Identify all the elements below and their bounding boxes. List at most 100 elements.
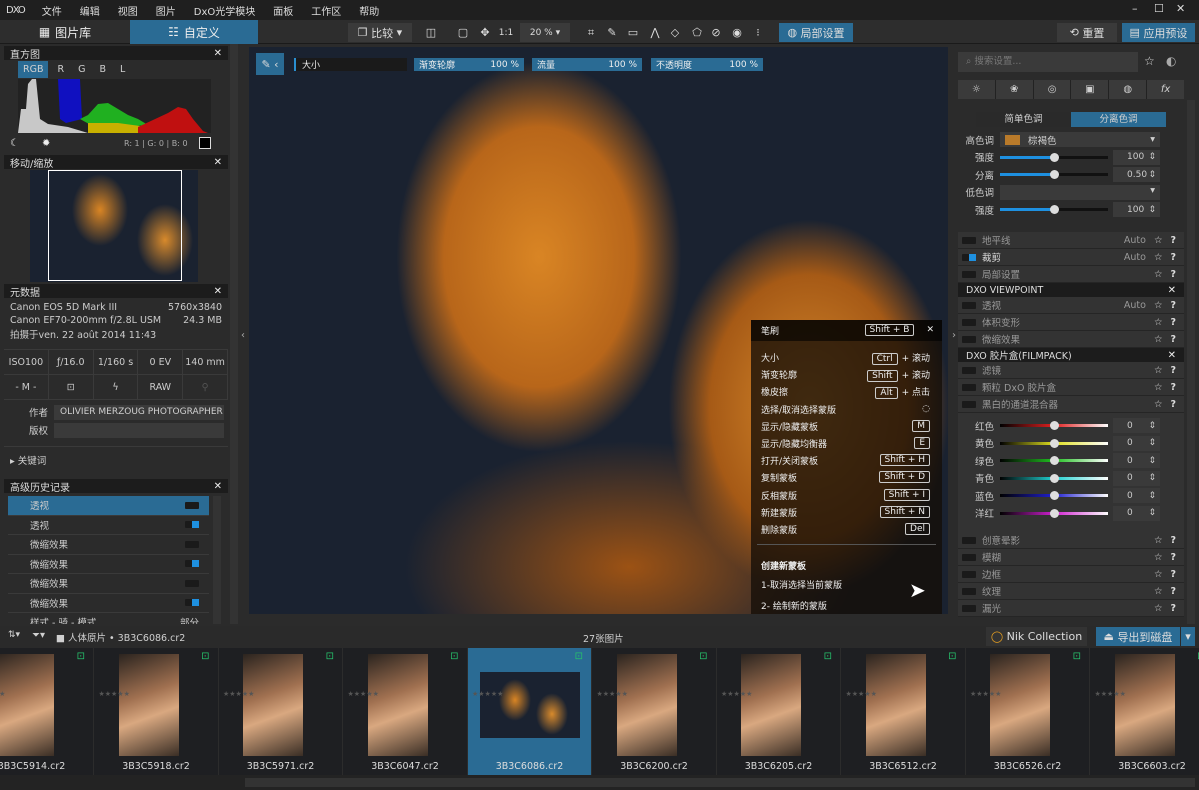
- local-tab-icon[interactable]: ◍: [1109, 80, 1148, 99]
- star-icon[interactable]: ☆: [1154, 569, 1163, 580]
- tab-library[interactable]: ▦ 图片库: [0, 20, 130, 44]
- filmstrip-thumbnail[interactable]: ⊡ ★★★★★ 3B3C5971.cr2: [219, 648, 343, 775]
- filmstrip-thumbnail[interactable]: ⊡ ★★★★★ 3B3C5918.cr2: [95, 648, 219, 775]
- author-field[interactable]: OLIVIER MERZOUG PHOTOGRAPHER: [54, 404, 224, 420]
- filmstrip-thumbnail[interactable]: ⊡ ★★★★★ 3B3C6526.cr2: [966, 648, 1090, 775]
- tab-customize[interactable]: ☷ 自定义: [130, 20, 258, 44]
- rating-stars[interactable]: ★★★★★: [472, 690, 503, 698]
- brush-tool-button[interactable]: ✎ ‹: [256, 53, 284, 75]
- help-icon[interactable]: ?: [1170, 569, 1176, 580]
- filmstrip-thumbnail[interactable]: ⊡ ★★★★★ 3B3C6086.cr2: [468, 648, 592, 775]
- history-item[interactable]: 微缩效果: [8, 594, 209, 613]
- flow-slider[interactable]: 流量 100 %: [532, 58, 642, 71]
- slider-track[interactable]: [1000, 421, 1108, 431]
- close-icon[interactable]: ✕: [214, 286, 222, 297]
- opacity-slider[interactable]: 不透明度 100 %: [651, 58, 763, 71]
- slider-track[interactable]: [1000, 456, 1108, 466]
- help-icon[interactable]: ?: [1170, 252, 1176, 263]
- menu-item[interactable]: 编辑: [71, 3, 109, 18]
- slider-track[interactable]: [1000, 152, 1108, 162]
- help-icon[interactable]: ?: [1170, 334, 1176, 345]
- palette-group-header[interactable]: DXO 胶片盒(FILMPACK) ✕: [958, 348, 1184, 362]
- folder-breadcrumb[interactable]: ■ 人体原片 • 3B3C6086.cr2: [56, 630, 185, 644]
- star-icon[interactable]: ☆: [1154, 269, 1163, 280]
- rating-stars[interactable]: ★★★★★: [846, 690, 877, 698]
- history-toggle[interactable]: [185, 501, 199, 509]
- spinner-icon[interactable]: ⇕: [1148, 508, 1156, 518]
- close-icon[interactable]: ✕: [214, 481, 222, 492]
- collapse-right-icon[interactable]: ›: [952, 330, 956, 341]
- export-button[interactable]: ⏏ 导出到磁盘: [1096, 627, 1180, 646]
- slider-track[interactable]: [1000, 491, 1108, 501]
- channel-tab[interactable]: R: [52, 61, 69, 78]
- palette-toggle[interactable]: [962, 335, 976, 343]
- star-icon[interactable]: ☆: [1154, 365, 1163, 376]
- perspective-8pt-icon[interactable]: ⬠: [688, 23, 706, 42]
- effects-tab-icon[interactable]: fx: [1147, 80, 1184, 99]
- history-item[interactable]: 透视: [8, 496, 209, 516]
- copyright-field[interactable]: [54, 422, 224, 438]
- slider-track[interactable]: [1000, 473, 1108, 483]
- tab-split-tone[interactable]: 分离色调: [1071, 112, 1166, 127]
- slider-value-field[interactable]: 0 ⇕: [1113, 453, 1160, 469]
- palette-toggle[interactable]: [962, 253, 976, 261]
- help-icon[interactable]: ?: [1170, 269, 1176, 280]
- keywords-toggle[interactable]: ▸ 关键词: [4, 446, 228, 467]
- star-icon[interactable]: ☆: [1154, 586, 1163, 597]
- star-icon[interactable]: ☆: [1154, 300, 1163, 311]
- before-after-icon[interactable]: ◫: [423, 23, 439, 42]
- help-icon[interactable]: ?: [1170, 365, 1176, 376]
- history-toggle[interactable]: [185, 579, 199, 587]
- spinner-icon[interactable]: ⇕: [1148, 491, 1156, 501]
- star-icon[interactable]: ☆: [1154, 334, 1163, 345]
- menu-item[interactable]: 面板: [264, 3, 302, 18]
- help-icon[interactable]: ?: [1170, 603, 1176, 614]
- perspective-4pt-icon[interactable]: ◇: [666, 23, 684, 42]
- palette-toggle[interactable]: [962, 570, 976, 578]
- help-icon[interactable]: ?: [1170, 317, 1176, 328]
- palette-toggle[interactable]: [962, 400, 976, 408]
- rating-stars[interactable]: ★★★★★: [597, 690, 628, 698]
- help-icon[interactable]: ?: [1170, 586, 1176, 597]
- eyedropper-icon[interactable]: ✎: [604, 23, 620, 42]
- history-item[interactable]: 微缩效果: [8, 555, 209, 574]
- star-icon[interactable]: ☆: [1154, 552, 1163, 563]
- star-icon[interactable]: ☆: [1144, 54, 1155, 68]
- channel-tab[interactable]: B: [94, 61, 111, 78]
- channel-tab[interactable]: RGB: [18, 61, 49, 78]
- slider-value-field[interactable]: 100 ⇕: [1113, 202, 1160, 218]
- menu-item[interactable]: 帮助: [350, 3, 388, 18]
- slider-value-field[interactable]: 0 ⇕: [1113, 470, 1160, 486]
- slider-handle[interactable]: [1049, 491, 1059, 501]
- slider-value-field[interactable]: 100 ⇕: [1113, 149, 1160, 165]
- star-icon[interactable]: ☆: [1154, 235, 1163, 246]
- spinner-icon[interactable]: ⇕: [1148, 205, 1156, 215]
- slider-value-field[interactable]: 0 ⇕: [1113, 488, 1160, 504]
- channel-tab[interactable]: L: [115, 61, 130, 78]
- reset-button[interactable]: ⟲ 重置: [1057, 23, 1117, 42]
- slider-handle[interactable]: [1049, 205, 1059, 215]
- palette-section[interactable]: 边框 ☆?: [958, 566, 1184, 583]
- palette-toggle[interactable]: [962, 587, 976, 595]
- history-toggle[interactable]: [185, 540, 199, 548]
- history-item[interactable]: 透视: [8, 516, 209, 535]
- palette-toggle[interactable]: [962, 383, 976, 391]
- history-toggle[interactable]: [185, 599, 199, 607]
- feather-slider[interactable]: 渐变轮廓 100 %: [414, 58, 524, 71]
- red-eye-icon[interactable]: ◉: [729, 23, 745, 42]
- palette-toggle[interactable]: [962, 536, 976, 544]
- light-tab-icon[interactable]: ☼: [958, 80, 996, 99]
- slider-track[interactable]: [1000, 205, 1108, 215]
- palette-section[interactable]: 颗粒 DxO 胶片盒 ☆?: [958, 379, 1184, 396]
- history-scrollbar[interactable]: [213, 496, 221, 624]
- close-window-button[interactable]: ✕: [1176, 2, 1185, 15]
- filmstrip-thumbnail[interactable]: ⊡ ★★★★★ 3B3C6047.cr2: [344, 648, 468, 775]
- minimize-button[interactable]: –: [1132, 2, 1138, 15]
- menu-item[interactable]: 工作区: [302, 3, 350, 18]
- palette-section[interactable]: 黑白的通道混合器 ☆?: [958, 396, 1184, 413]
- geometry-tab-icon[interactable]: ▣: [1071, 80, 1110, 99]
- crop-icon[interactable]: ⌗: [583, 23, 599, 42]
- palette-section[interactable]: 创意晕影 ☆?: [958, 532, 1184, 549]
- palette-section[interactable]: 地平线 Auto ☆?: [958, 232, 1184, 249]
- slider-track[interactable]: [1000, 508, 1108, 518]
